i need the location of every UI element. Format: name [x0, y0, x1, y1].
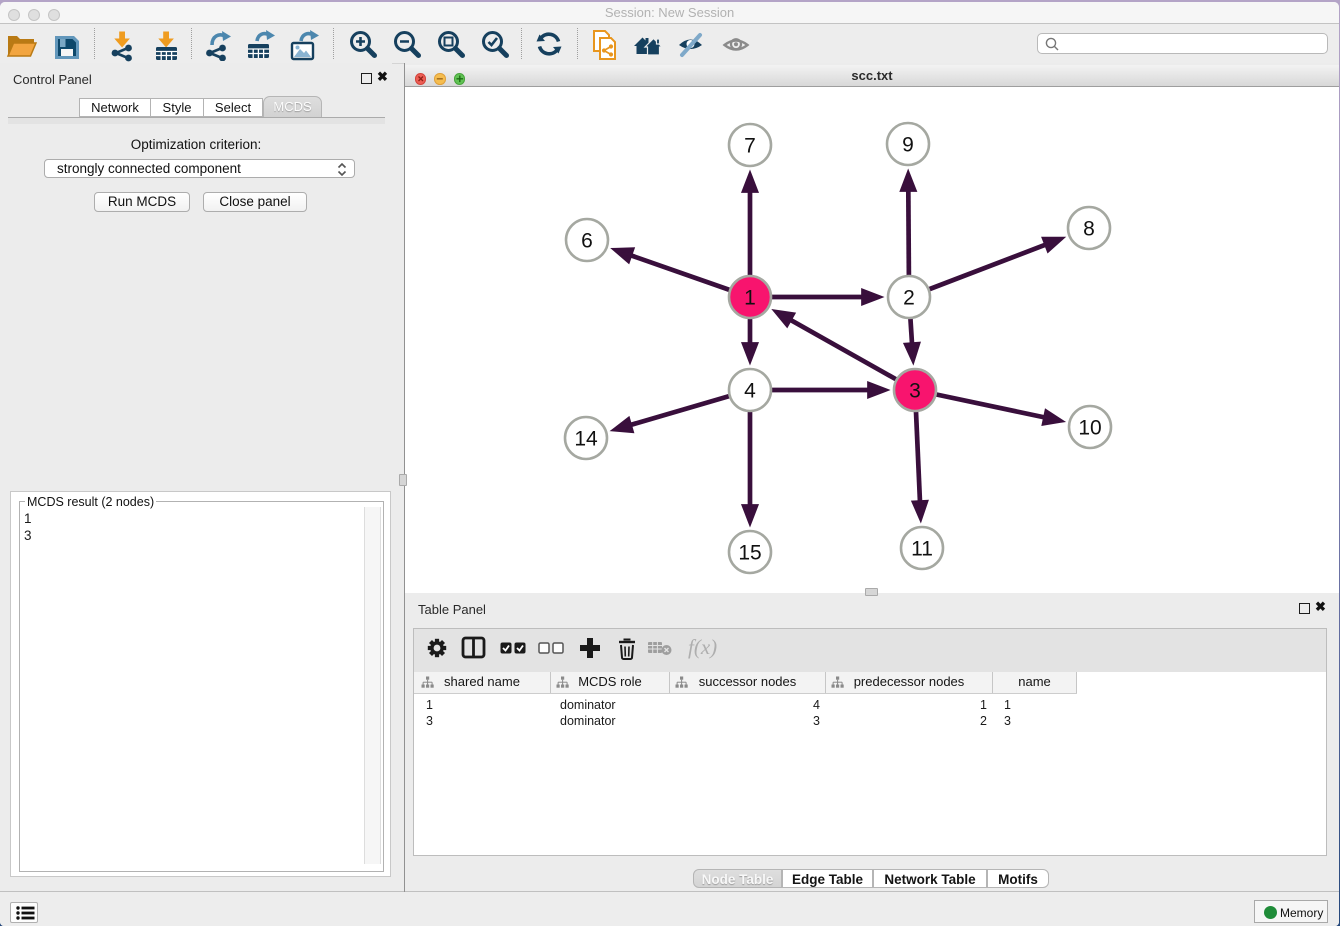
- svg-text:6: 6: [581, 230, 593, 253]
- svg-text:8: 8: [1083, 218, 1095, 241]
- svg-text:15: 15: [738, 542, 761, 565]
- svg-text:9: 9: [902, 134, 914, 157]
- svg-text:2: 2: [903, 287, 915, 310]
- svg-text:7: 7: [744, 135, 756, 158]
- svg-text:10: 10: [1078, 417, 1101, 440]
- svg-text:11: 11: [911, 538, 933, 561]
- svg-text:1: 1: [744, 287, 756, 310]
- svg-text:14: 14: [574, 428, 598, 451]
- svg-text:4: 4: [744, 380, 756, 403]
- svg-text:3: 3: [909, 380, 921, 403]
